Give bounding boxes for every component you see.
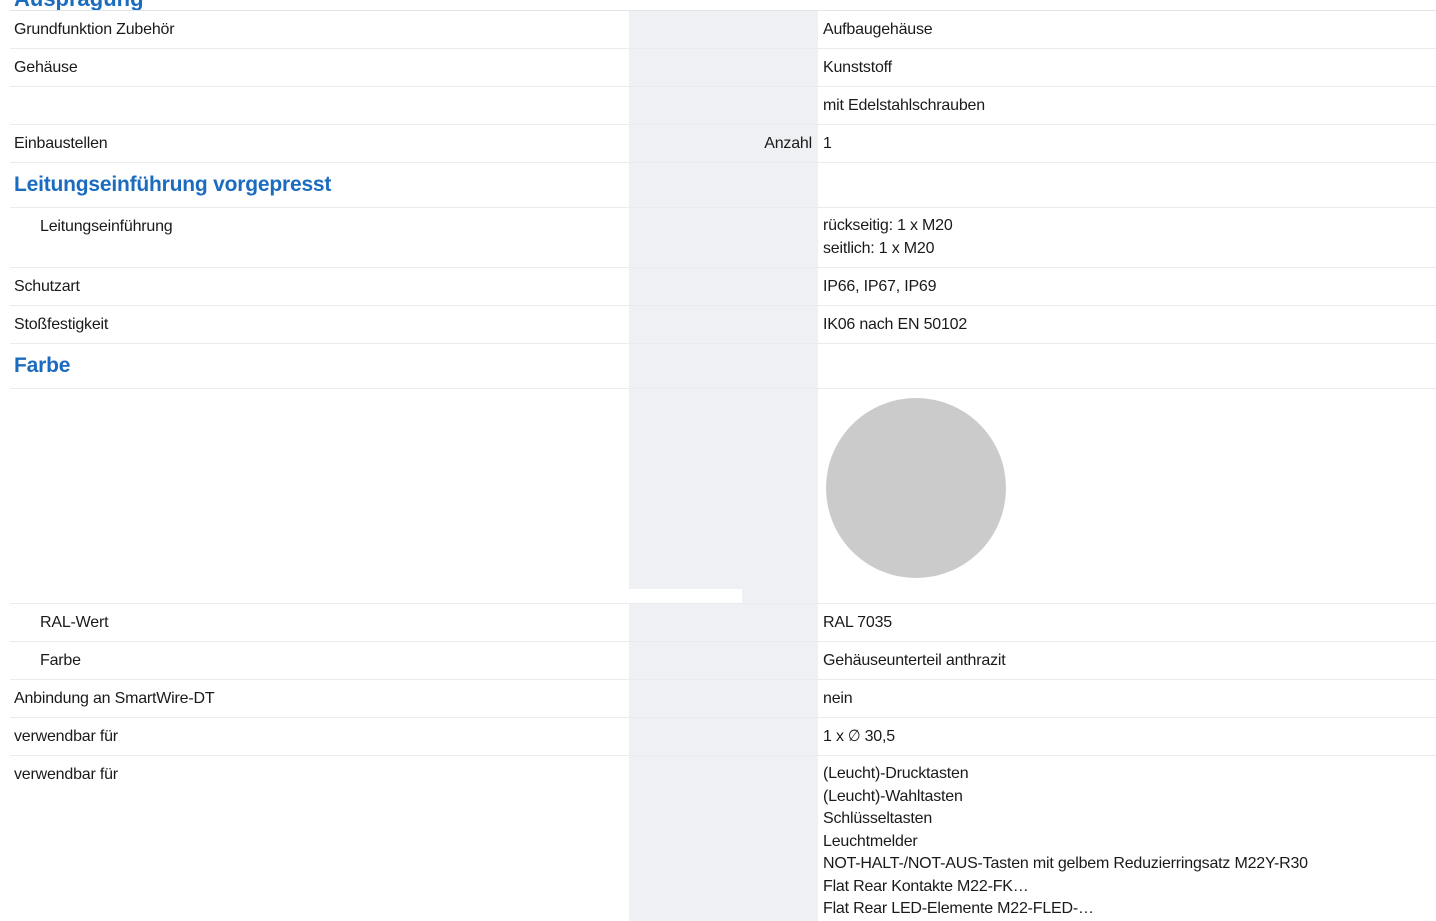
table-row: Stoßfestigkeit IK06 nach EN 50102 [10,305,1436,343]
row-value: 1 [823,135,832,152]
row-label: Gehäuse [14,59,78,76]
spec-table: Grundfunktion Zubehör Aufbaugehäuse Gehä… [10,10,1436,921]
row-unit [742,718,818,755]
color-swatch-row [10,388,1436,603]
color-swatch [826,398,1006,578]
row-value: nein [823,690,853,707]
section-heading-row: Leitungseinführung vorgepresst [10,162,1436,207]
row-label: Einbaustellen [14,135,108,152]
table-row: Leitungseinführung rückseitig: 1 x M20 s… [10,207,1436,267]
row-unit [742,87,818,124]
row-value: (Leucht)-Drucktasten (Leucht)-Wahltasten… [823,765,1308,917]
row-value: Kunststoff [823,59,892,76]
section-heading-color: Farbe [14,354,71,377]
row-unit [742,604,818,641]
section-heading-row: Farbe [10,343,1436,388]
row-unit [742,268,818,305]
row-label: Leitungseinführung [40,218,173,235]
row-unit [742,11,818,48]
table-row: Schutzart IP66, IP67, IP69 [10,267,1436,305]
table-row: mit Edelstahlschrauben [10,86,1436,124]
row-unit [742,642,818,679]
table-row: Farbe Gehäuseunterteil anthrazit [10,641,1436,679]
row-label: verwendbar für [14,728,118,745]
row-value: 1 x ∅ 30,5 [823,728,895,745]
row-label: RAL-Wert [40,614,109,631]
row-value: IP66, IP67, IP69 [823,278,937,295]
row-value: IK06 nach EN 50102 [823,316,968,333]
table-row: Gehäuse Kunststoff [10,48,1436,86]
row-label: verwendbar für [14,766,118,783]
table-row: verwendbar für 1 x ∅ 30,5 [10,717,1436,755]
row-unit [742,680,818,717]
table-row: Einbaustellen Anzahl 1 [10,124,1436,162]
table-row: Grundfunktion Zubehör Aufbaugehäuse [10,10,1436,48]
row-label: Schutzart [14,278,80,295]
row-unit [742,208,818,267]
row-value: Gehäuseunterteil anthrazit [823,652,1006,669]
row-value: rückseitig: 1 x M20 seitlich: 1 x M20 [823,217,953,257]
row-value: RAL 7035 [823,614,892,631]
section-heading-partial: Ausprägung [14,0,144,10]
row-unit [742,756,818,921]
row-value: Aufbaugehäuse [823,21,933,38]
table-row: verwendbar für (Leucht)-Drucktasten (Leu… [10,755,1436,921]
row-unit [742,49,818,86]
row-label: Stoßfestigkeit [14,316,109,333]
row-label: Grundfunktion Zubehör [14,21,175,38]
row-unit: Anzahl [742,125,818,162]
table-row: Anbindung an SmartWire-DT nein [10,679,1436,717]
section-heading-cable-entry: Leitungseinführung vorgepresst [14,173,332,196]
row-label: Anbindung an SmartWire-DT [14,690,215,707]
row-value: mit Edelstahlschrauben [823,97,985,114]
table-row: RAL-Wert RAL 7035 [10,603,1436,641]
row-label: Farbe [40,652,81,669]
row-label [10,87,629,124]
row-unit [742,306,818,343]
